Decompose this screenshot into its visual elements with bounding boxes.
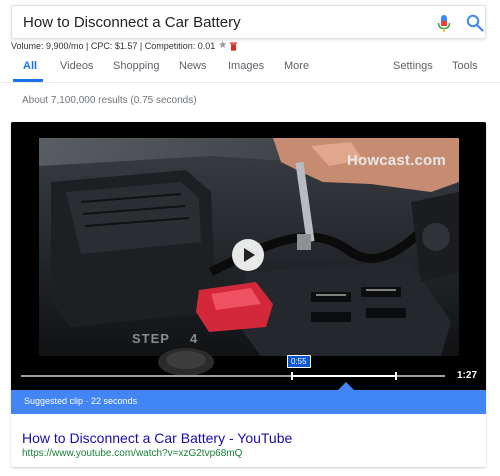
suggested-clip-label: Suggested clip · 22 seconds (24, 396, 138, 406)
search-tabs: All Videos Shopping News Images More Set… (0, 54, 500, 82)
microphone-icon[interactable] (437, 15, 451, 33)
result-url: https://www.youtube.com/watch?v=xzG2tvp6… (22, 448, 243, 459)
tab-more[interactable]: More (284, 60, 309, 72)
search-input[interactable]: How to Disconnect a Car Battery (23, 14, 241, 31)
tab-videos[interactable]: Videos (60, 60, 93, 72)
tab-news[interactable]: News (179, 60, 207, 72)
suggested-clip-bar: Suggested clip · 22 seconds (11, 390, 486, 414)
tab-images[interactable]: Images (228, 60, 264, 72)
tab-all[interactable]: All (23, 60, 37, 72)
tab-shopping[interactable]: Shopping (113, 60, 160, 72)
keyword-metrics: Volume: 9,900/mo | CPC: $1.57 | Competit… (11, 41, 238, 51)
howcast-watermark: Howcast.com (347, 152, 446, 169)
result-title-link[interactable]: How to Disconnect a Car Battery - YouTub… (22, 430, 292, 446)
suggested-clip-range[interactable] (291, 372, 397, 380)
play-button[interactable] (232, 239, 264, 271)
video-player[interactable]: Howcast.com STEP 4 0:55 1:27 (11, 122, 486, 390)
search-bar[interactable]: How to Disconnect a Car Battery (11, 5, 486, 39)
play-icon (244, 248, 255, 262)
clip-end-marker (395, 372, 397, 380)
trash-icon[interactable] (230, 42, 238, 51)
step-number: 4 (189, 330, 199, 346)
step-word: STEP (132, 330, 170, 346)
search-icon[interactable] (466, 14, 484, 32)
video-result-card: Howcast.com STEP 4 0:55 1:27 Suggested c… (11, 122, 486, 467)
suggested-clip-pointer (338, 382, 354, 390)
tabs-divider (0, 82, 500, 83)
clip-start-marker (291, 372, 293, 380)
clip-range-bar (291, 375, 397, 377)
step-overlay: STEP 4 (124, 327, 204, 349)
metrics-text: Volume: 9,900/mo | CPC: $1.57 | Competit… (11, 41, 216, 51)
results-count: About 7,100,000 results (0.75 seconds) (22, 95, 197, 106)
tab-settings[interactable]: Settings (393, 60, 433, 72)
clip-start-time: 0:55 (287, 355, 311, 368)
tab-tools[interactable]: Tools (452, 60, 478, 72)
video-duration: 1:27 (457, 370, 478, 381)
star-icon[interactable]: ★ (218, 41, 227, 51)
